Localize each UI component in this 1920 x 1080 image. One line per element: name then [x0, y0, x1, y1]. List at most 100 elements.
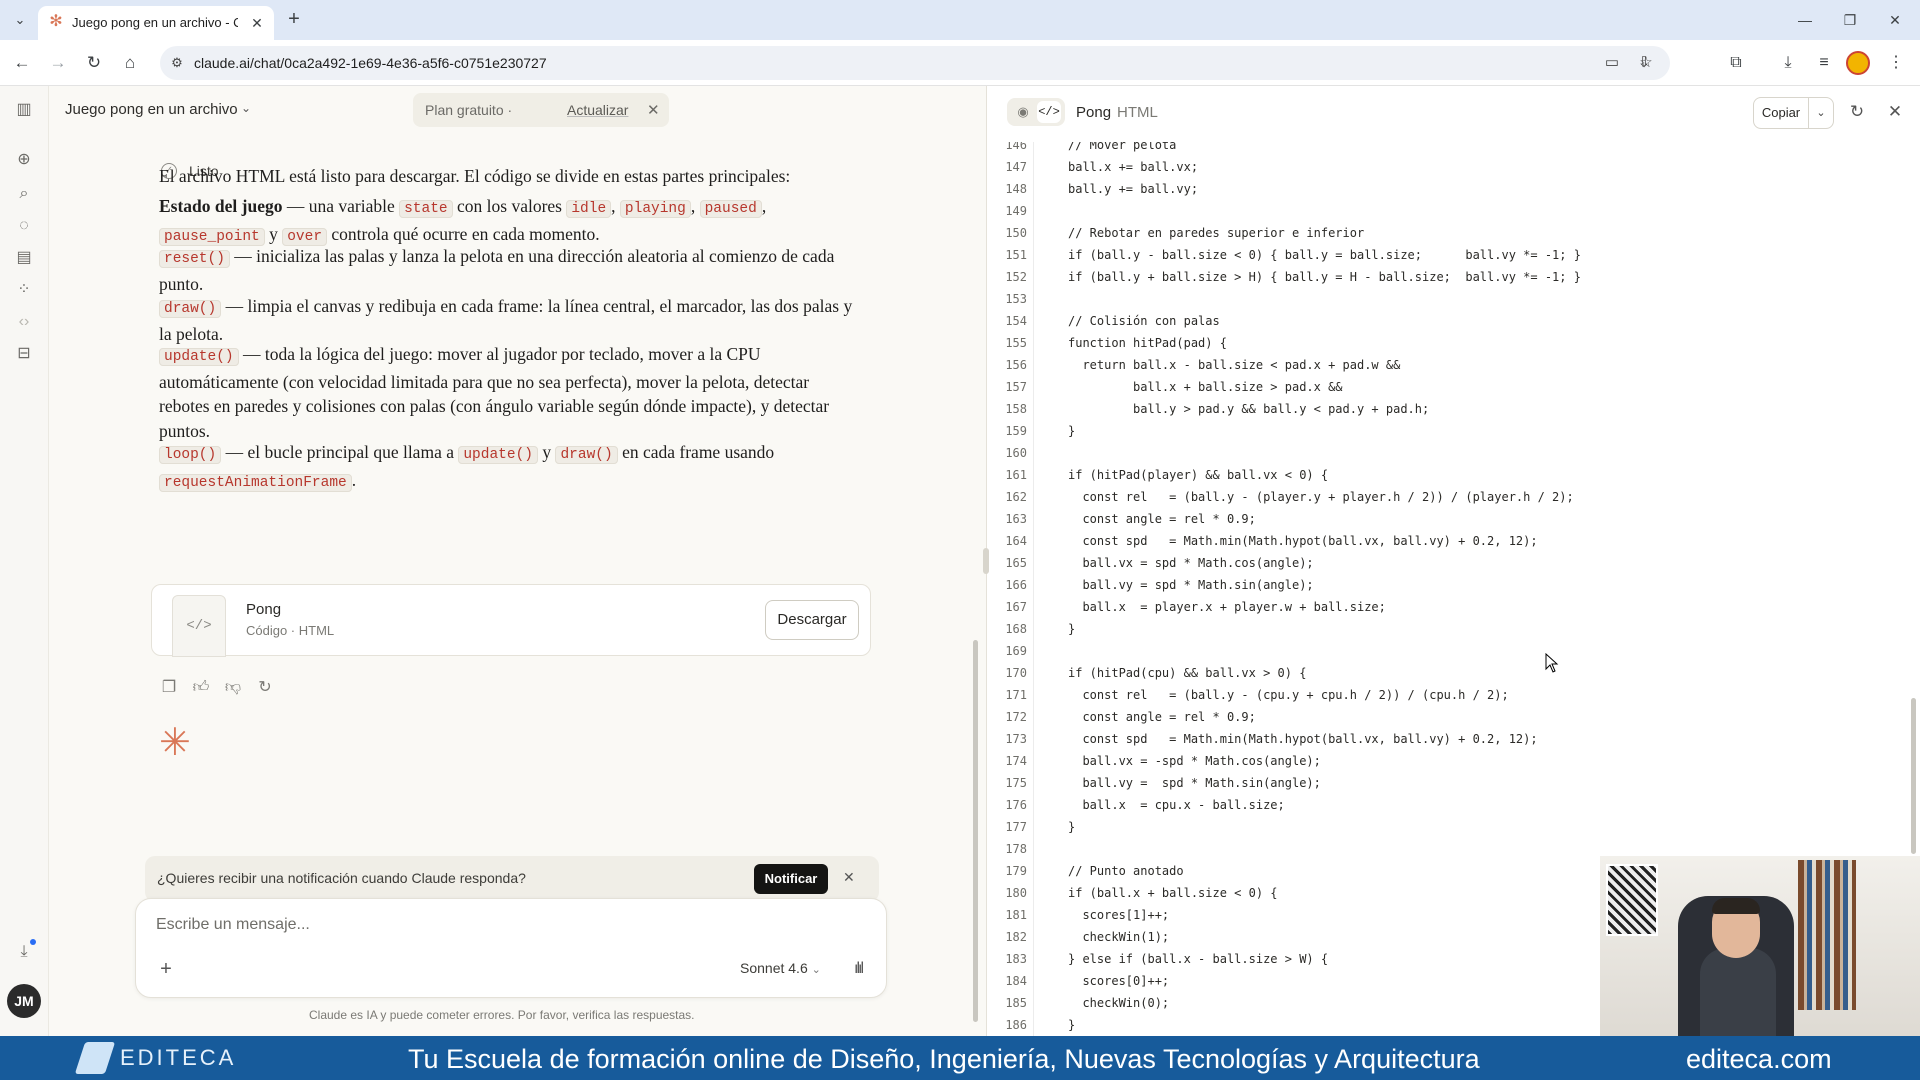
inline-code: over — [282, 227, 328, 246]
bookmark-star-icon[interactable]: ☆ — [1636, 54, 1656, 72]
text: con los valores — [452, 196, 567, 216]
upgrade-link[interactable]: Actualizar — [567, 102, 628, 118]
toolbox-icon[interactable]: ⊟ — [12, 342, 36, 366]
code-text: } — [1068, 622, 1076, 636]
webcam-bookshelf — [1798, 860, 1856, 1010]
model-name: Sonnet 4.6 — [740, 960, 808, 976]
site-settings-icon[interactable]: ⚙ — [168, 54, 186, 72]
notify-button[interactable]: Notificar — [754, 864, 828, 894]
claude-sidebar-rail: ▥ ⊕ ⌕ ◌ ▤ ⁘ ‹› ⊟ ⤓ JM — [0, 86, 49, 1036]
inline-code: update() — [458, 446, 538, 464]
address-url: claude.ai/chat/0ca2a492-1e69-4e36-a5f6-c… — [194, 55, 547, 71]
code-icon[interactable]: ‹› — [12, 310, 36, 334]
restore-window-icon[interactable]: ❐ — [1835, 8, 1865, 32]
code-line: 171 const rel = (ball.y - (cpu.y + cpu.h… — [987, 684, 1917, 706]
projects-icon[interactable]: ▤ — [12, 246, 36, 270]
artifacts-icon[interactable]: ⁘ — [12, 278, 36, 302]
line-number: 155 — [1005, 336, 1027, 350]
chats-icon[interactable]: ◌ — [12, 214, 36, 238]
refresh-icon[interactable]: ↻ — [1845, 100, 1869, 124]
artifact-card[interactable]: </> Pong Código · HTML Descargar — [151, 584, 871, 657]
close-icon[interactable]: ✕ — [1883, 100, 1907, 124]
code-line: 159} — [987, 420, 1917, 442]
code-text: if (hitPad(player) && ball.vx < 0) { — [1068, 468, 1329, 482]
text: , — [611, 196, 620, 216]
editeca-logo-icon — [74, 1042, 116, 1074]
notification-dot — [30, 939, 36, 945]
line-number: 157 — [1005, 380, 1027, 394]
minimize-window-icon[interactable]: — — [1790, 8, 1820, 32]
user-avatar[interactable]: JM — [7, 984, 41, 1018]
code-scrollbar[interactable] — [1911, 698, 1916, 854]
add-attachment-icon[interactable]: + — [154, 957, 178, 981]
retry-icon[interactable]: ↻ — [255, 678, 275, 698]
back-arrow-icon[interactable]: ← — [10, 51, 34, 75]
plan-separator: · — [507, 102, 513, 118]
code-text: if (hitPad(cpu) && ball.vx > 0) { — [1068, 666, 1307, 680]
chevron-down-icon[interactable]: ⌄ — [241, 101, 251, 115]
forward-arrow-icon[interactable]: → — [46, 51, 70, 75]
address-bar[interactable]: ⚙ claude.ai/chat/0ca2a492-1e69-4e36-a5f6… — [160, 46, 1670, 80]
inline-code: draw() — [555, 446, 618, 464]
tab-search-chevron-icon[interactable]: ⌄ — [8, 8, 32, 32]
tab-close-icon[interactable]: ✕ — [248, 14, 266, 32]
message-composer[interactable]: Escribe un mensaje... + Sonnet 4.6 ⌄ ılı… — [135, 898, 887, 998]
eye-icon[interactable]: ◉ — [1014, 103, 1032, 121]
message-paragraph-reset: reset() — inicializa las palas y lanza l… — [159, 244, 859, 296]
code-line: 155 function hitPad(pad) { — [987, 332, 1917, 354]
extensions-icon[interactable]: ⧉ — [1724, 51, 1748, 75]
inline-code: pause_point — [159, 227, 265, 246]
code-text: ball.vx = spd * Math.cos(angle); — [1068, 556, 1314, 570]
chat-scrollbar[interactable] — [973, 640, 978, 1022]
line-number: 165 — [1005, 556, 1027, 570]
toggle-sidebar-icon[interactable]: ▥ — [12, 98, 36, 122]
line-number: 154 — [1005, 314, 1027, 328]
search-icon[interactable]: ⌕ — [12, 182, 36, 206]
close-icon[interactable]: ✕ — [647, 101, 660, 119]
line-number: 182 — [1005, 930, 1027, 944]
screen-icon[interactable]: ▭ — [1602, 54, 1622, 72]
media-controls-icon[interactable]: ≡ — [1812, 51, 1836, 75]
text: , — [761, 196, 767, 216]
code-text: ball.vy = spd * Math.sin(angle); — [1068, 578, 1314, 592]
copy-icon[interactable]: ❐ — [159, 678, 179, 698]
code-icon[interactable]: </> — [1037, 101, 1061, 123]
close-icon[interactable]: ✕ — [843, 869, 855, 886]
download-button[interactable]: Descargar — [765, 600, 859, 640]
tab-title: Juego pong en un archivo - Cla — [72, 15, 238, 30]
code-line: 175 ball.vy = spd * Math.sin(angle); — [987, 772, 1917, 794]
line-number: 148 — [1005, 182, 1027, 196]
inline-code: playing — [619, 200, 691, 218]
inline-code: reset() — [159, 250, 230, 268]
browser-tab-active[interactable]: ✻ Juego pong en un archivo - Cla ✕ — [38, 6, 274, 40]
code-line: 148 ball.y += ball.vy; — [987, 178, 1917, 200]
new-chat-icon[interactable]: ⊕ — [12, 148, 36, 172]
downloads-icon[interactable]: ⤓ — [1776, 51, 1800, 75]
message-input[interactable]: Escribe un mensaje... — [156, 916, 310, 934]
line-number: 170 — [1005, 666, 1027, 680]
thumbs-up-icon[interactable]: 👍︎ — [191, 678, 211, 698]
code-line: 153 — [987, 288, 1917, 310]
code-line: 160 — [987, 442, 1917, 464]
inline-code: requestAnimationFrame — [159, 473, 352, 492]
home-icon[interactable]: ⌂ — [118, 51, 142, 75]
copy-button[interactable]: Copiar — [1753, 97, 1809, 129]
artifact-title: Pong — [246, 601, 282, 618]
thumbs-down-icon[interactable]: 👎︎ — [223, 678, 243, 698]
new-tab-button[interactable]: + — [282, 8, 306, 32]
code-text: } — [1068, 820, 1076, 834]
webcam-overlay — [1600, 856, 1920, 1036]
chevron-down-icon[interactable]: ⌄ — [1808, 97, 1834, 129]
code-text: ball.x = player.x + player.w + ball.size… — [1068, 600, 1386, 614]
close-window-icon[interactable]: ✕ — [1880, 8, 1910, 32]
webcam-person — [1700, 948, 1776, 1036]
profile-avatar[interactable] — [1846, 51, 1870, 75]
code-line: 162 const rel = (ball.y - (player.y + pl… — [987, 486, 1917, 508]
chat-title[interactable]: Juego pong en un archivo — [65, 101, 238, 118]
browser-menu-icon[interactable]: ⋮ — [1884, 51, 1908, 75]
voice-mode-icon[interactable]: ılıl — [846, 958, 870, 980]
code-text: checkWin(1); — [1068, 930, 1170, 944]
line-number: 151 — [1005, 248, 1027, 262]
model-selector[interactable]: Sonnet 4.6 ⌄ — [740, 960, 821, 976]
reload-icon[interactable]: ↻ — [82, 51, 106, 75]
